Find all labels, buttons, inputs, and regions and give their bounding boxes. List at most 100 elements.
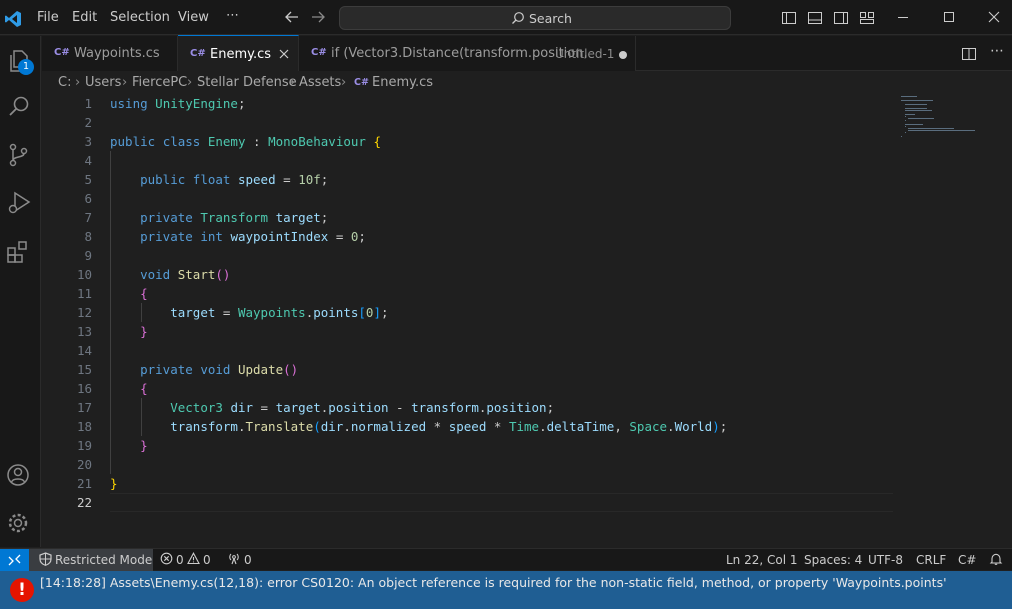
maximize-icon[interactable]: [941, 9, 957, 25]
line-number: 8: [84, 229, 92, 244]
editor-tab-bar: C# Waypoints.cs C# Enemy.cs C# if (Vecto…: [42, 35, 1012, 71]
toggle-secondary-sidebar-icon[interactable]: [833, 10, 849, 26]
breadcrumb-item[interactable]: FiercePC: [132, 75, 187, 90]
broadcast-icon: [227, 552, 241, 568]
chevron-right-icon: ›: [75, 75, 81, 90]
breadcrumb-item[interactable]: C:: [58, 75, 71, 90]
close-tab-icon[interactable]: [276, 46, 292, 62]
breadcrumb-file[interactable]: Enemy.cs: [372, 75, 433, 90]
code-line: }: [140, 438, 148, 453]
problems-indicator[interactable]: 0 0: [160, 551, 216, 569]
warning-count: 0: [203, 553, 211, 567]
minimap-line: [908, 118, 935, 119]
tab-enemy[interactable]: C# Enemy.cs: [178, 35, 299, 71]
ports-count: 0: [244, 553, 252, 567]
code-line: private void Update(): [140, 362, 299, 377]
line-number: 18: [76, 419, 92, 434]
restricted-mode-label: Restricted Mode: [55, 553, 153, 567]
breadcrumb-item[interactable]: Stellar Defense: [197, 75, 297, 90]
line-number: 1: [84, 96, 92, 111]
notifications-bell-icon[interactable]: [989, 552, 1003, 569]
restricted-mode-button[interactable]: Restricted Mode: [29, 549, 153, 571]
remote-indicator[interactable]: [0, 549, 29, 571]
menu-selection[interactable]: Selection: [110, 10, 170, 25]
search-icon: [511, 11, 525, 29]
language-mode[interactable]: C#: [958, 553, 976, 567]
forward-arrow-icon[interactable]: [309, 8, 327, 26]
csharp-file-icon: C#: [54, 47, 70, 58]
minimap-line: [904, 104, 928, 105]
line-number-current: 22: [76, 495, 92, 510]
activity-bar: 1: [0, 36, 41, 547]
line-number: 4: [84, 153, 92, 168]
chevron-right-icon: ›: [341, 75, 347, 90]
minimap-line: [901, 100, 934, 101]
current-line-highlight: [110, 493, 893, 512]
tab-waypoints[interactable]: C# Waypoints.cs: [42, 36, 178, 71]
vscode-logo-icon: [0, 0, 25, 35]
minimap[interactable]: [900, 94, 1000, 547]
code-line: private Transform target;: [140, 210, 329, 225]
error-message[interactable]: [14:18:28] Assets\Enemy.cs(12,18): error…: [40, 575, 947, 590]
minimap-line: [904, 110, 932, 111]
line-number: 20: [76, 457, 92, 472]
line-number: 15: [76, 362, 92, 377]
code-line: void Start(): [140, 267, 231, 282]
minimap-line: [908, 130, 975, 131]
minimap-line: [901, 136, 902, 137]
extensions-icon[interactable]: [5, 237, 33, 265]
line-number: 19: [76, 438, 92, 453]
close-window-icon[interactable]: [986, 9, 1002, 25]
ports-indicator[interactable]: 0: [227, 551, 257, 569]
code-line: public float speed = 10f;: [140, 172, 329, 187]
customize-layout-icon[interactable]: [859, 10, 875, 26]
split-editor-icon[interactable]: [961, 46, 977, 62]
breadcrumb-item[interactable]: Assets: [299, 75, 341, 90]
code-line: private int waypointIndex = 0;: [140, 229, 366, 244]
toggle-panel-icon[interactable]: [807, 10, 823, 26]
code-line: target = Waypoints.points[0];: [170, 305, 389, 320]
minimize-icon[interactable]: [895, 9, 911, 25]
source-control-icon[interactable]: [5, 141, 33, 169]
more-actions-icon[interactable]: ⋯: [990, 43, 1004, 59]
line-number: 7: [84, 210, 92, 225]
line-number: 14: [76, 343, 92, 358]
tab-untitled-1[interactable]: C# if (Vector3.Distance(transform.positi…: [299, 36, 636, 71]
back-arrow-icon[interactable]: [283, 8, 301, 26]
code-line: }: [140, 324, 148, 339]
settings-gear-icon[interactable]: [5, 509, 33, 537]
error-notification: ! [14:18:28] Assets\Enemy.cs(12,18): err…: [0, 571, 1012, 609]
menu-view[interactable]: View: [178, 10, 209, 25]
accounts-icon[interactable]: [5, 461, 33, 489]
code-editor[interactable]: 1 2 3 4 5 6 7 8 9 10 11 12 13 14 15 16 1…: [42, 94, 1012, 547]
unsaved-dot-icon[interactable]: [619, 51, 627, 59]
run-debug-icon[interactable]: [5, 189, 33, 217]
menu-edit[interactable]: Edit: [72, 10, 97, 25]
minimap-line: [904, 124, 924, 125]
minimap-line: [904, 132, 906, 133]
encoding[interactable]: UTF-8: [868, 553, 903, 567]
search-icon[interactable]: [5, 93, 33, 121]
status-bar: Restricted Mode 0 0 0 Ln 22, Col 1 Space…: [0, 548, 1012, 571]
code-line: transform.Translate(dir.normalized * spe…: [170, 419, 728, 434]
tab-label: Waypoints.cs: [74, 46, 160, 61]
minimap-line: [904, 108, 928, 109]
indentation[interactable]: Spaces: 4: [804, 553, 862, 567]
menu-more[interactable]: ⋯: [226, 8, 239, 23]
error-alert-icon: !: [10, 578, 34, 602]
code-line: using UnityEngine;: [110, 96, 246, 111]
toggle-primary-sidebar-icon[interactable]: [781, 10, 797, 26]
chevron-right-icon: ›: [187, 75, 193, 90]
csharp-file-icon: C#: [311, 47, 327, 58]
cursor-position[interactable]: Ln 22, Col 1: [726, 553, 798, 567]
line-number: 10: [76, 267, 92, 282]
line-number: 21: [76, 476, 92, 491]
breadcrumb-item[interactable]: Users: [85, 75, 121, 90]
explorer-badge: 1: [18, 59, 34, 75]
end-of-line[interactable]: CRLF: [916, 553, 946, 567]
menu-file[interactable]: File: [37, 10, 59, 25]
line-number: 5: [84, 172, 92, 187]
search-label: Search: [529, 11, 572, 26]
line-number: 2: [84, 115, 92, 130]
command-center-search[interactable]: Search: [339, 6, 731, 30]
